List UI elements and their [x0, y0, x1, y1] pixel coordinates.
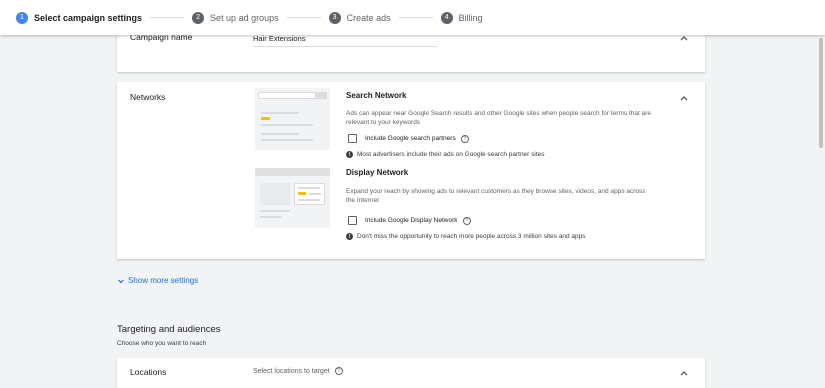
- locations-card: Locations Select locations to target ?: [117, 358, 705, 388]
- step-divider: [398, 17, 433, 18]
- info-icon: !: [346, 233, 353, 240]
- display-network-illustration: [255, 168, 330, 228]
- search-network-description: Ads can appear near Google Search result…: [346, 110, 651, 126]
- result-line: [261, 133, 299, 135]
- locations-label: Locations: [130, 367, 167, 377]
- content-block-graphic: [260, 183, 290, 205]
- step-number: 1: [16, 11, 28, 24]
- targeting-section-subtitle: Choose who you want to reach: [117, 340, 207, 347]
- info-icon: !: [346, 151, 353, 158]
- step-select-campaign-settings[interactable]: 1 Select campaign settings: [16, 11, 143, 24]
- locations-selector[interactable]: Select locations to target ?: [253, 367, 343, 375]
- step-set-up-ad-groups[interactable]: 2 Set up ad groups: [192, 11, 279, 24]
- search-partners-note-text: Most advertisers include their ads on Go…: [357, 151, 545, 158]
- step-divider: [150, 17, 185, 18]
- search-partners-checkbox[interactable]: [348, 134, 357, 143]
- page-scrollbar[interactable]: [819, 38, 823, 148]
- networks-label: Networks: [130, 92, 166, 102]
- ad-line: [309, 193, 321, 195]
- campaign-name-field[interactable]: Hair Extensions: [253, 34, 306, 43]
- step-number: 3: [328, 11, 341, 24]
- targeting-section-title: Targeting and audiences: [117, 324, 221, 335]
- display-network-option[interactable]: Include Google Display Network ?: [348, 216, 471, 225]
- display-network-label: Include Google Display Network: [365, 217, 458, 224]
- search-partners-option[interactable]: Include Google search partners ?: [348, 134, 469, 143]
- content-line: [260, 216, 282, 218]
- display-network-note: ! Don't miss the opportunity to reach mo…: [346, 233, 586, 240]
- step-number: 4: [440, 11, 453, 24]
- step-label: Create ads: [346, 12, 391, 23]
- chevron-down-icon: [117, 277, 125, 285]
- networks-card: Networks Search Network Ads can appear n…: [117, 82, 705, 259]
- search-network-title: Search Network: [346, 91, 407, 100]
- ad-highlight: [298, 192, 306, 195]
- ad-highlight: [261, 117, 270, 120]
- chevron-up-icon[interactable]: [679, 368, 689, 378]
- step-billing[interactable]: 4 Billing: [440, 11, 483, 24]
- search-network-illustration: [255, 88, 330, 150]
- result-line: [261, 139, 313, 141]
- result-line: [261, 124, 313, 126]
- step-number: 2: [192, 11, 205, 24]
- ad-line: [298, 199, 320, 201]
- campaign-stepper: 1 Select campaign settings 2 Set up ad g…: [0, 0, 825, 35]
- display-network-description: Expand your reach by showing ads to rele…: [346, 188, 646, 204]
- locations-placeholder: Select locations to target: [253, 367, 330, 375]
- result-line: [261, 112, 299, 114]
- display-network-checkbox[interactable]: [348, 216, 357, 225]
- content-line: [260, 210, 290, 212]
- search-partners-note: ! Most advertisers include their ads on …: [346, 151, 545, 158]
- search-partners-label: Include Google search partners: [365, 135, 456, 142]
- help-icon[interactable]: ?: [462, 216, 471, 225]
- page-header-graphic: [255, 168, 330, 176]
- step-create-ads[interactable]: 3 Create ads: [328, 11, 391, 24]
- chevron-up-icon[interactable]: [679, 93, 689, 103]
- display-network-note-text: Don't miss the opportunity to reach more…: [357, 233, 586, 240]
- show-more-settings-label: Show more settings: [128, 276, 199, 285]
- display-network-title: Display Network: [346, 168, 409, 177]
- step-label: Select campaign settings: [34, 12, 143, 23]
- step-label: Billing: [458, 12, 483, 23]
- step-label: Set up ad groups: [210, 12, 279, 23]
- campaign-name-underline: [253, 46, 437, 47]
- help-icon[interactable]: ?: [334, 367, 343, 375]
- ad-line: [298, 187, 320, 189]
- help-icon[interactable]: ?: [460, 134, 469, 143]
- search-button-graphic: [315, 93, 326, 98]
- step-divider: [286, 17, 321, 18]
- show-more-settings-link[interactable]: Show more settings: [117, 276, 198, 285]
